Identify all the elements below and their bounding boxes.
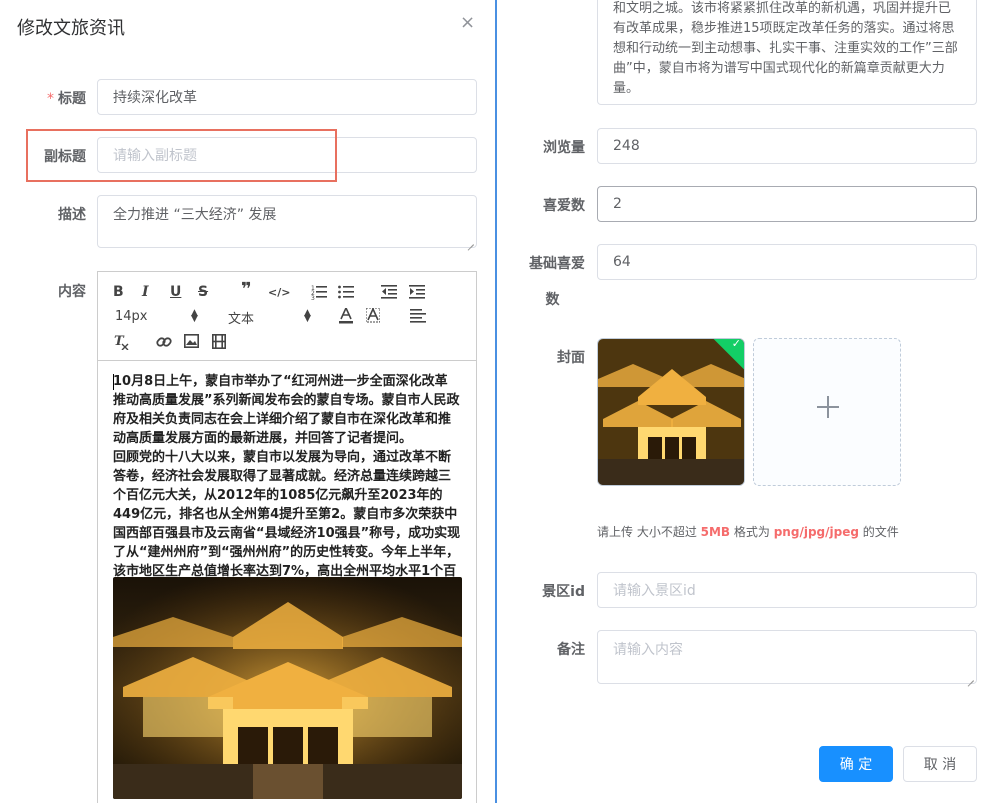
svg-text:T: T <box>114 334 125 349</box>
content-photo <box>113 577 462 799</box>
base-likes-label: 基础喜爱 <box>529 256 585 272</box>
underline-button[interactable]: U <box>170 284 181 300</box>
tip-suffix: 的文件 <box>858 525 899 539</box>
desc-label: 描述 <box>58 207 86 223</box>
italic-button[interactable]: I <box>142 284 149 300</box>
quote-button[interactable]: ❞ <box>241 281 252 299</box>
align-icon[interactable] <box>410 309 426 323</box>
editor-toolbar: B I U S ❞ </> 123 14px ▲ ▼ 文本 ▲ ▼ T <box>98 272 476 361</box>
title-label-text: 标题 <box>58 91 86 107</box>
desc-textarea[interactable]: 全力推进 “三大经济” 发展 <box>97 195 477 248</box>
bullet-list-icon[interactable] <box>338 284 354 300</box>
editor-content[interactable]: 10月8日上午，蒙自市举办了“红河州进一步全面深化改革 推动高质量发展”系列新闻… <box>113 372 463 600</box>
rich-text-editor[interactable]: B I U S ❞ </> 123 14px ▲ ▼ 文本 ▲ ▼ T 10月8日上… <box>97 271 477 803</box>
remark-placeholder: 请输入内容 <box>613 642 683 658</box>
tip-mid: 格式为 <box>730 525 774 539</box>
cover-label: 封面 <box>557 350 585 366</box>
font-size-select[interactable]: 14px <box>115 309 148 324</box>
desc-value: 全力推进 “三大经济” 发展 <box>113 207 277 223</box>
scenic-id-label: 景区id <box>542 584 585 600</box>
base-likes-value: 64 <box>613 254 631 270</box>
base-likes-label-wrap: 数 <box>545 292 560 308</box>
likes-input[interactable]: 2 <box>597 186 977 222</box>
code-button[interactable]: </> <box>268 285 290 301</box>
base-likes-input[interactable]: 64 <box>597 244 977 280</box>
outdent-icon[interactable] <box>381 284 397 300</box>
likes-label: 喜爱数 <box>543 198 585 214</box>
bold-button[interactable]: B <box>113 284 124 300</box>
tip-size: 5MB <box>700 525 731 539</box>
views-value: 248 <box>613 138 640 154</box>
content-paragraph: 10月8日上午，蒙自市举办了“红河州进一步全面深化改革 推动高质量发展”系列新闻… <box>113 374 460 446</box>
close-icon[interactable]: × <box>460 12 475 33</box>
cover-image[interactable]: ✓ <box>597 338 745 486</box>
svg-text:3: 3 <box>311 295 315 300</box>
image-icon[interactable] <box>184 334 199 348</box>
font-size-arrow-icon: ▲ ▼ <box>191 308 198 324</box>
text-type-arrow-icon: ▲ ▼ <box>304 308 311 324</box>
indent-icon[interactable] <box>409 284 425 300</box>
title-input-value: 持续深化改革 <box>113 90 197 106</box>
resize-handle-icon[interactable] <box>966 673 974 681</box>
tip-prefix: 请上传 大小不超过 <box>597 525 701 539</box>
required-star: * <box>47 91 54 107</box>
confirm-button[interactable]: 确 定 <box>819 746 893 782</box>
upload-add-button[interactable] <box>753 338 901 486</box>
link-icon[interactable] <box>156 334 172 350</box>
scenic-id-input[interactable]: 请输入景区id <box>597 572 977 608</box>
cancel-button[interactable]: 取 消 <box>903 746 977 782</box>
font-color-icon[interactable] <box>339 308 353 324</box>
views-label: 浏览量 <box>543 140 585 156</box>
upload-tip: 请上传 大小不超过 5MB 格式为 png/jpg/jpeg 的文件 <box>597 523 899 540</box>
likes-value: 2 <box>613 196 622 212</box>
views-input[interactable]: 248 <box>597 128 977 164</box>
dialog-title: 修改文旅资讯 <box>17 18 125 39</box>
check-icon: ✓ <box>731 338 741 350</box>
clear-format-icon[interactable]: T <box>114 334 130 350</box>
strike-button[interactable]: S <box>198 284 208 300</box>
plus-icon-vertical <box>827 396 829 418</box>
text-type-select[interactable]: 文本 <box>228 308 254 327</box>
edit-dialog-left: 修改文旅资讯 × * 标题 持续深化改革 副标题 请输入副标题 描述 全力推进 “… <box>0 0 495 803</box>
background-color-icon[interactable] <box>366 308 380 324</box>
remark-textarea[interactable]: 请输入内容 <box>597 630 977 684</box>
content-text: 和文明之城。该市将紧紧抓住改革的新机遇，巩固并提升已有改革成果，稳步推进15项既… <box>613 1 958 96</box>
remark-label: 备注 <box>557 642 585 658</box>
content-textarea-bottom[interactable]: 和文明之城。该市将紧紧抓住改革的新机遇，巩固并提升已有改革成果，稳步推进15项既… <box>597 0 977 105</box>
scenic-id-placeholder: 请输入景区id <box>613 583 696 599</box>
title-input[interactable]: 持续深化改革 <box>97 79 477 115</box>
tip-formats: png/jpg/jpeg <box>773 525 859 539</box>
content-label: 内容 <box>58 284 86 300</box>
title-label: * 标题 <box>40 88 86 108</box>
video-icon[interactable] <box>212 334 226 349</box>
resize-handle-icon[interactable] <box>466 237 474 245</box>
highlight-box <box>26 129 337 182</box>
ordered-list-icon[interactable]: 123 <box>311 284 327 300</box>
